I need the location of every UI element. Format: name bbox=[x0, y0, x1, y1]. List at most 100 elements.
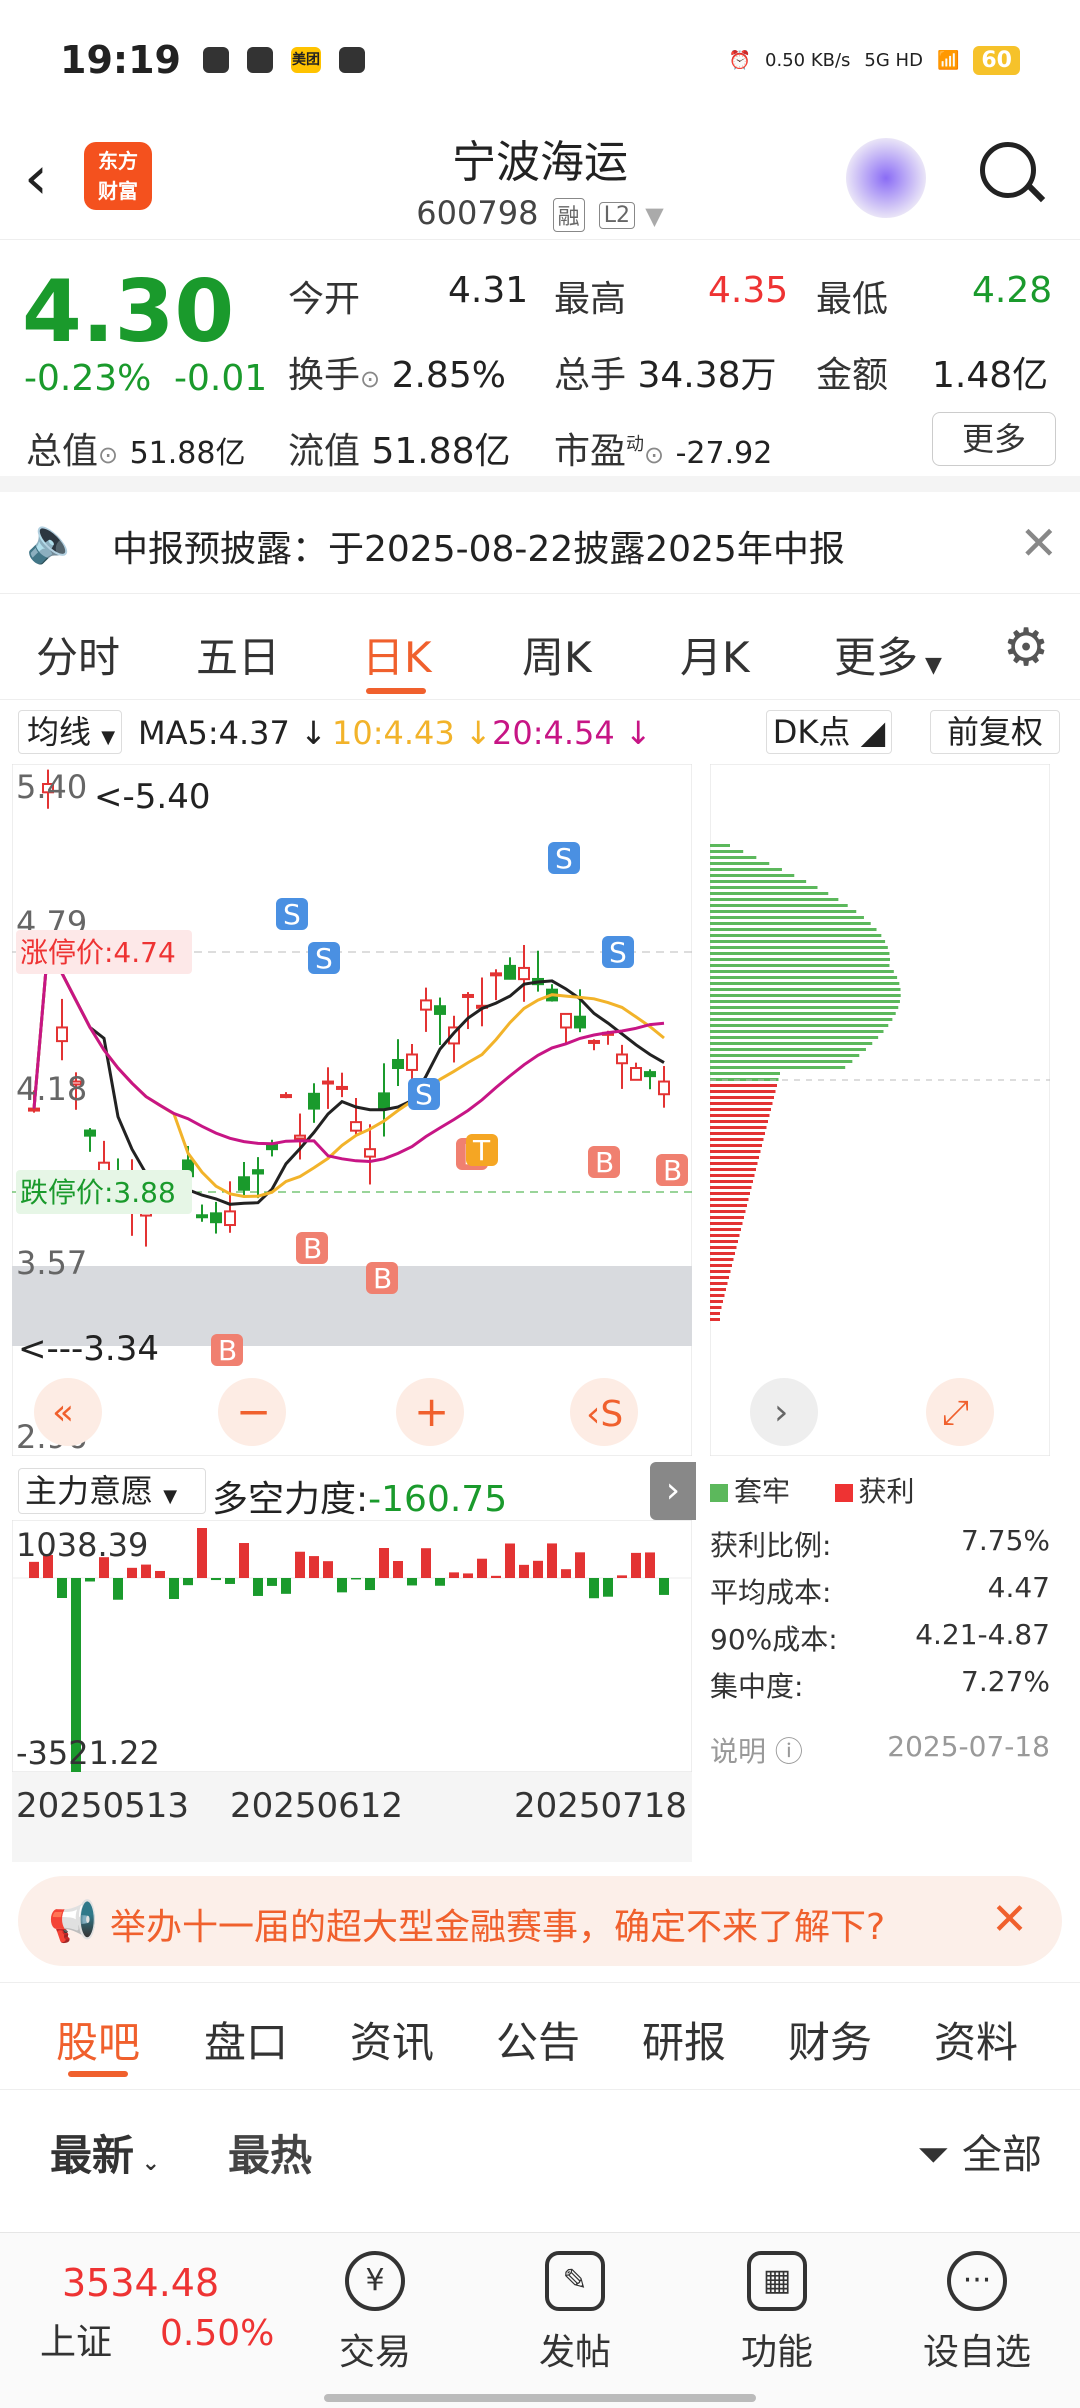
chip-stats: 获利比例: 7.75% 平均成本: 4.47 90%成本: 4.21-4.87 集中度… bbox=[710, 1524, 1050, 1712]
indicator-bar bbox=[239, 1543, 249, 1578]
candle bbox=[378, 1092, 390, 1110]
tab-research[interactable]: 研报 bbox=[642, 2009, 726, 2070]
indicator-bar bbox=[113, 1578, 123, 1600]
alarm-icon: ⏰ bbox=[728, 49, 752, 71]
tab-profile[interactable]: 资料 bbox=[934, 2009, 1018, 2070]
promo-banner[interactable]: 📢 举办十一届的超大型金融赛事，确定不来了解下? ✕ bbox=[18, 1876, 1062, 1966]
ma-select[interactable]: 均线 ▼ bbox=[18, 710, 122, 754]
app-logo[interactable]: 东方 财富 bbox=[84, 142, 152, 210]
chip-bar bbox=[710, 1240, 738, 1243]
chip-bar bbox=[710, 910, 857, 913]
tab-monthly-k[interactable]: 月K bbox=[680, 624, 750, 685]
indicator-bar bbox=[477, 1558, 487, 1578]
chip-distribution[interactable]: › ⤢ bbox=[709, 763, 1051, 1457]
tab-announcements[interactable]: 公告 bbox=[496, 2009, 580, 2070]
chip-bar bbox=[710, 1060, 853, 1063]
indicator-select[interactable]: 主力意愿 ▼ bbox=[18, 1468, 206, 1514]
chip-bar bbox=[710, 1270, 731, 1273]
stock-code-switcher[interactable]: 600798 融 L2 ▼ bbox=[340, 194, 740, 232]
indicator-bar bbox=[295, 1551, 305, 1578]
gear-icon[interactable]: ⚙ bbox=[998, 620, 1054, 676]
change-percent: -0.23% bbox=[24, 358, 152, 399]
tab-weekly-k[interactable]: 周K bbox=[522, 624, 592, 685]
chip-bar bbox=[710, 1216, 744, 1219]
close-icon[interactable]: ✕ bbox=[991, 1894, 1028, 1945]
chip-bar bbox=[710, 1150, 761, 1153]
indicator-chart[interactable]: 1038.39 -3521.22 bbox=[11, 1519, 693, 1788]
kline-chart[interactable]: SSSSSBBBBBBT 5.40 4.79 4.18 3.57 2.96 <-… bbox=[11, 763, 693, 1457]
volume-value: 34.38万 bbox=[637, 355, 777, 396]
dk-point-button[interactable]: DK点 ◢ bbox=[766, 710, 892, 754]
info-icon[interactable]: ⊙ bbox=[98, 441, 118, 469]
indicator-svg: 1038.39 -3521.22 bbox=[11, 1519, 693, 1788]
quote-panel: 4.30 -0.23% -0.01 今开 4.31 最高 4.35 最低 4.2… bbox=[0, 242, 1080, 492]
search-button[interactable] bbox=[980, 142, 1046, 208]
chip-row: 集中度: 7.27% bbox=[710, 1665, 1050, 1703]
ma5-value: MA5:4.37 ↓ bbox=[138, 714, 327, 752]
tab-news[interactable]: 资讯 bbox=[350, 2009, 434, 2070]
candle bbox=[336, 1085, 348, 1090]
chip-note-link[interactable]: 说明 ⓘ bbox=[710, 1735, 803, 1768]
indicator-next-button[interactable]: › bbox=[650, 1462, 696, 1520]
tab-financials[interactable]: 财务 bbox=[788, 2009, 872, 2070]
chip-bar bbox=[710, 1114, 770, 1117]
indicator-bar bbox=[519, 1564, 529, 1578]
chip-bar bbox=[710, 1120, 768, 1123]
signal-label: 5G HD bbox=[864, 49, 923, 71]
indicator-bar bbox=[169, 1578, 179, 1600]
dropdown-icon: ▼ bbox=[645, 202, 664, 230]
more-button[interactable]: 更多 bbox=[932, 412, 1056, 466]
info-icon[interactable]: ⊙ bbox=[360, 365, 380, 393]
tab-forum[interactable]: 股吧 bbox=[56, 2009, 140, 2070]
chip-bar bbox=[710, 1072, 780, 1075]
trade-button[interactable]: ¥ 交易 bbox=[310, 2251, 440, 2375]
add-watchlist-button[interactable]: ··· 设自选 bbox=[912, 2251, 1042, 2375]
sort-hot[interactable]: 最热 bbox=[228, 2122, 312, 2183]
tab-orderbook[interactable]: 盘口 bbox=[204, 2009, 288, 2070]
chevron-right-icon: › bbox=[774, 1392, 788, 1433]
chip-footer: 说明 ⓘ 2025-07-18 bbox=[710, 1730, 1050, 1770]
chip-bar bbox=[710, 1246, 737, 1249]
signal-icon: ‹S bbox=[586, 1394, 623, 1435]
stock-name: 宁波海运 bbox=[452, 137, 628, 188]
status-time: 19:19 bbox=[60, 38, 181, 82]
more-dots-icon: ··· bbox=[947, 2251, 1007, 2311]
stock-code: 600798 bbox=[416, 194, 539, 232]
function-button[interactable]: ▦ 功能 bbox=[712, 2251, 842, 2375]
info-icon[interactable]: ⊙ bbox=[644, 441, 664, 469]
indicator-bar bbox=[127, 1567, 137, 1578]
indicator-value: -160.75 bbox=[368, 1479, 508, 1520]
assistant-avatar-icon[interactable] bbox=[846, 138, 926, 218]
chip-bar bbox=[710, 1078, 779, 1081]
notice-bar[interactable]: 🔈 中报预披露：于2025-08-22披露2025年中报 ✕ bbox=[0, 494, 1080, 594]
chip-bar bbox=[710, 1198, 749, 1201]
tab-more[interactable]: 更多 ▼ bbox=[834, 624, 942, 685]
forward-adjust-button[interactable]: 前复权 bbox=[930, 710, 1060, 754]
close-icon[interactable]: ✕ bbox=[1019, 516, 1058, 570]
tab-5day[interactable]: 五日 bbox=[196, 624, 280, 685]
chip-bar bbox=[710, 1210, 746, 1213]
indicator-bar bbox=[141, 1564, 151, 1578]
y-label-max: 5.40 bbox=[16, 768, 87, 806]
chip-bar bbox=[710, 1024, 889, 1027]
signal-marker-label: T bbox=[472, 1134, 491, 1167]
sort-latest[interactable]: 最新 ⌄ bbox=[50, 2122, 160, 2183]
tab-intraday[interactable]: 分时 bbox=[36, 624, 120, 685]
candle bbox=[392, 1058, 404, 1070]
amount-value: 1.48亿 bbox=[932, 355, 1049, 396]
indicator-bar bbox=[323, 1561, 333, 1578]
candle bbox=[616, 1053, 628, 1065]
back-button[interactable]: ‹ bbox=[24, 148, 74, 208]
chip-row: 90%成本: 4.21-4.87 bbox=[710, 1618, 1050, 1656]
chip-bar bbox=[710, 1126, 767, 1129]
filter-button[interactable]: ⏷ 全部 bbox=[917, 2122, 1042, 2180]
footer-bar: 3534.48 上证 0.50% ¥ 交易 ✎ 发帖 ▦ 功能 ··· 设自选 bbox=[0, 2232, 1080, 2408]
chip-bar bbox=[710, 898, 839, 901]
index-value[interactable]: 3534.48 bbox=[62, 2261, 219, 2305]
tab-daily-k[interactable]: 日K bbox=[362, 624, 432, 685]
chip-bar bbox=[710, 1258, 734, 1261]
index-name: 上证 bbox=[40, 2322, 113, 2363]
post-button[interactable]: ✎ 发帖 bbox=[510, 2251, 640, 2375]
chip-bar bbox=[710, 994, 901, 997]
battery-icon: 60 bbox=[973, 45, 1020, 75]
